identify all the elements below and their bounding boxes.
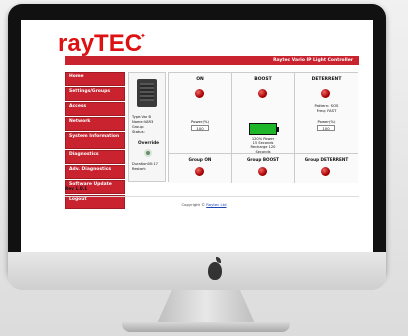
imac-stand-base bbox=[122, 322, 290, 332]
brand-star-icon: ✦ bbox=[140, 32, 146, 40]
deterrent-led-button[interactable] bbox=[321, 89, 330, 98]
brand-logo: rayTEC bbox=[58, 30, 143, 57]
control-grid: ON Power(%) 100 Group ON BOOST 120% Powe… bbox=[168, 72, 358, 183]
page-title: Raytec Vario IP Light Controller bbox=[273, 58, 353, 63]
group-boost-label: Group BOOST bbox=[247, 157, 279, 162]
group-deterrent-led-button[interactable] bbox=[321, 167, 330, 176]
boost-info: 120% Power 15 Seconds Recharge 120 Secon… bbox=[250, 137, 276, 154]
column-boost: BOOST 120% Power 15 Seconds Recharge 120… bbox=[232, 73, 295, 183]
sidebar-item-home[interactable]: Home bbox=[65, 72, 125, 86]
divider bbox=[295, 153, 358, 154]
deterrent-pattern-info: Pattern: SOS Freq: FAST bbox=[314, 103, 339, 113]
scene: rayTEC ✦ Raytec Vario IP Light Controlle… bbox=[0, 0, 408, 336]
divider bbox=[169, 153, 231, 154]
sidebar-item-network[interactable]: Network bbox=[65, 117, 125, 131]
sidebar-item-settings-groups[interactable]: Settings/Groups bbox=[65, 87, 125, 101]
device-panel: Type:Var B Name:VAR3 Group: Status: Over… bbox=[128, 72, 166, 182]
column-deterrent: DETERRENT Pattern: SOS Freq: FAST Power(… bbox=[295, 73, 358, 183]
copyright: Copyright © Raytec Ltd bbox=[181, 202, 227, 207]
override-label: Override bbox=[138, 141, 160, 146]
sidebar-item-adv-diagnostics[interactable]: Adv. Diagnostics bbox=[65, 165, 125, 179]
boost-led-button[interactable] bbox=[258, 89, 267, 98]
on-power-label: Power(%) bbox=[190, 119, 210, 124]
duration-info: Duration00:17 Restart: bbox=[132, 162, 158, 171]
column-header-on: ON bbox=[196, 77, 204, 82]
divider bbox=[232, 153, 294, 154]
group-deterrent-label: Group DETERRENT bbox=[304, 157, 349, 162]
footer-divider bbox=[65, 196, 359, 197]
deterrent-power-label: Power(%) bbox=[317, 119, 336, 124]
sidebar-item-access[interactable]: Access bbox=[65, 102, 125, 116]
copyright-link[interactable]: Raytec Ltd bbox=[206, 202, 226, 207]
sidebar-item-diagnostics[interactable]: Diagnostics bbox=[65, 150, 125, 164]
revision-label: Rev 1.0.1 bbox=[65, 186, 88, 191]
group-on-led-button[interactable] bbox=[195, 167, 204, 176]
imac-chin bbox=[8, 252, 386, 290]
sidebar-item-system-information[interactable]: System Information bbox=[65, 132, 125, 149]
title-bar: Raytec Vario IP Light Controller bbox=[65, 56, 359, 65]
illuminator-icon bbox=[137, 79, 157, 107]
column-on: ON Power(%) 100 Group ON bbox=[169, 73, 232, 183]
on-power-input[interactable]: 100 bbox=[191, 125, 209, 131]
imac-stand bbox=[156, 290, 256, 326]
column-header-boost: BOOST bbox=[254, 77, 272, 82]
deterrent-power-input[interactable]: 100 bbox=[317, 125, 335, 131]
on-led-button[interactable] bbox=[195, 89, 204, 98]
device-info: Type:Var B Name:VAR3 Group: Status: bbox=[132, 115, 154, 134]
battery-icon bbox=[249, 123, 279, 135]
override-dial-icon[interactable] bbox=[144, 149, 152, 157]
group-boost-led-button[interactable] bbox=[258, 167, 267, 176]
apple-logo-icon bbox=[208, 257, 222, 280]
column-header-deterrent: DETERRENT bbox=[311, 77, 342, 82]
group-on-label: Group ON bbox=[188, 157, 212, 162]
